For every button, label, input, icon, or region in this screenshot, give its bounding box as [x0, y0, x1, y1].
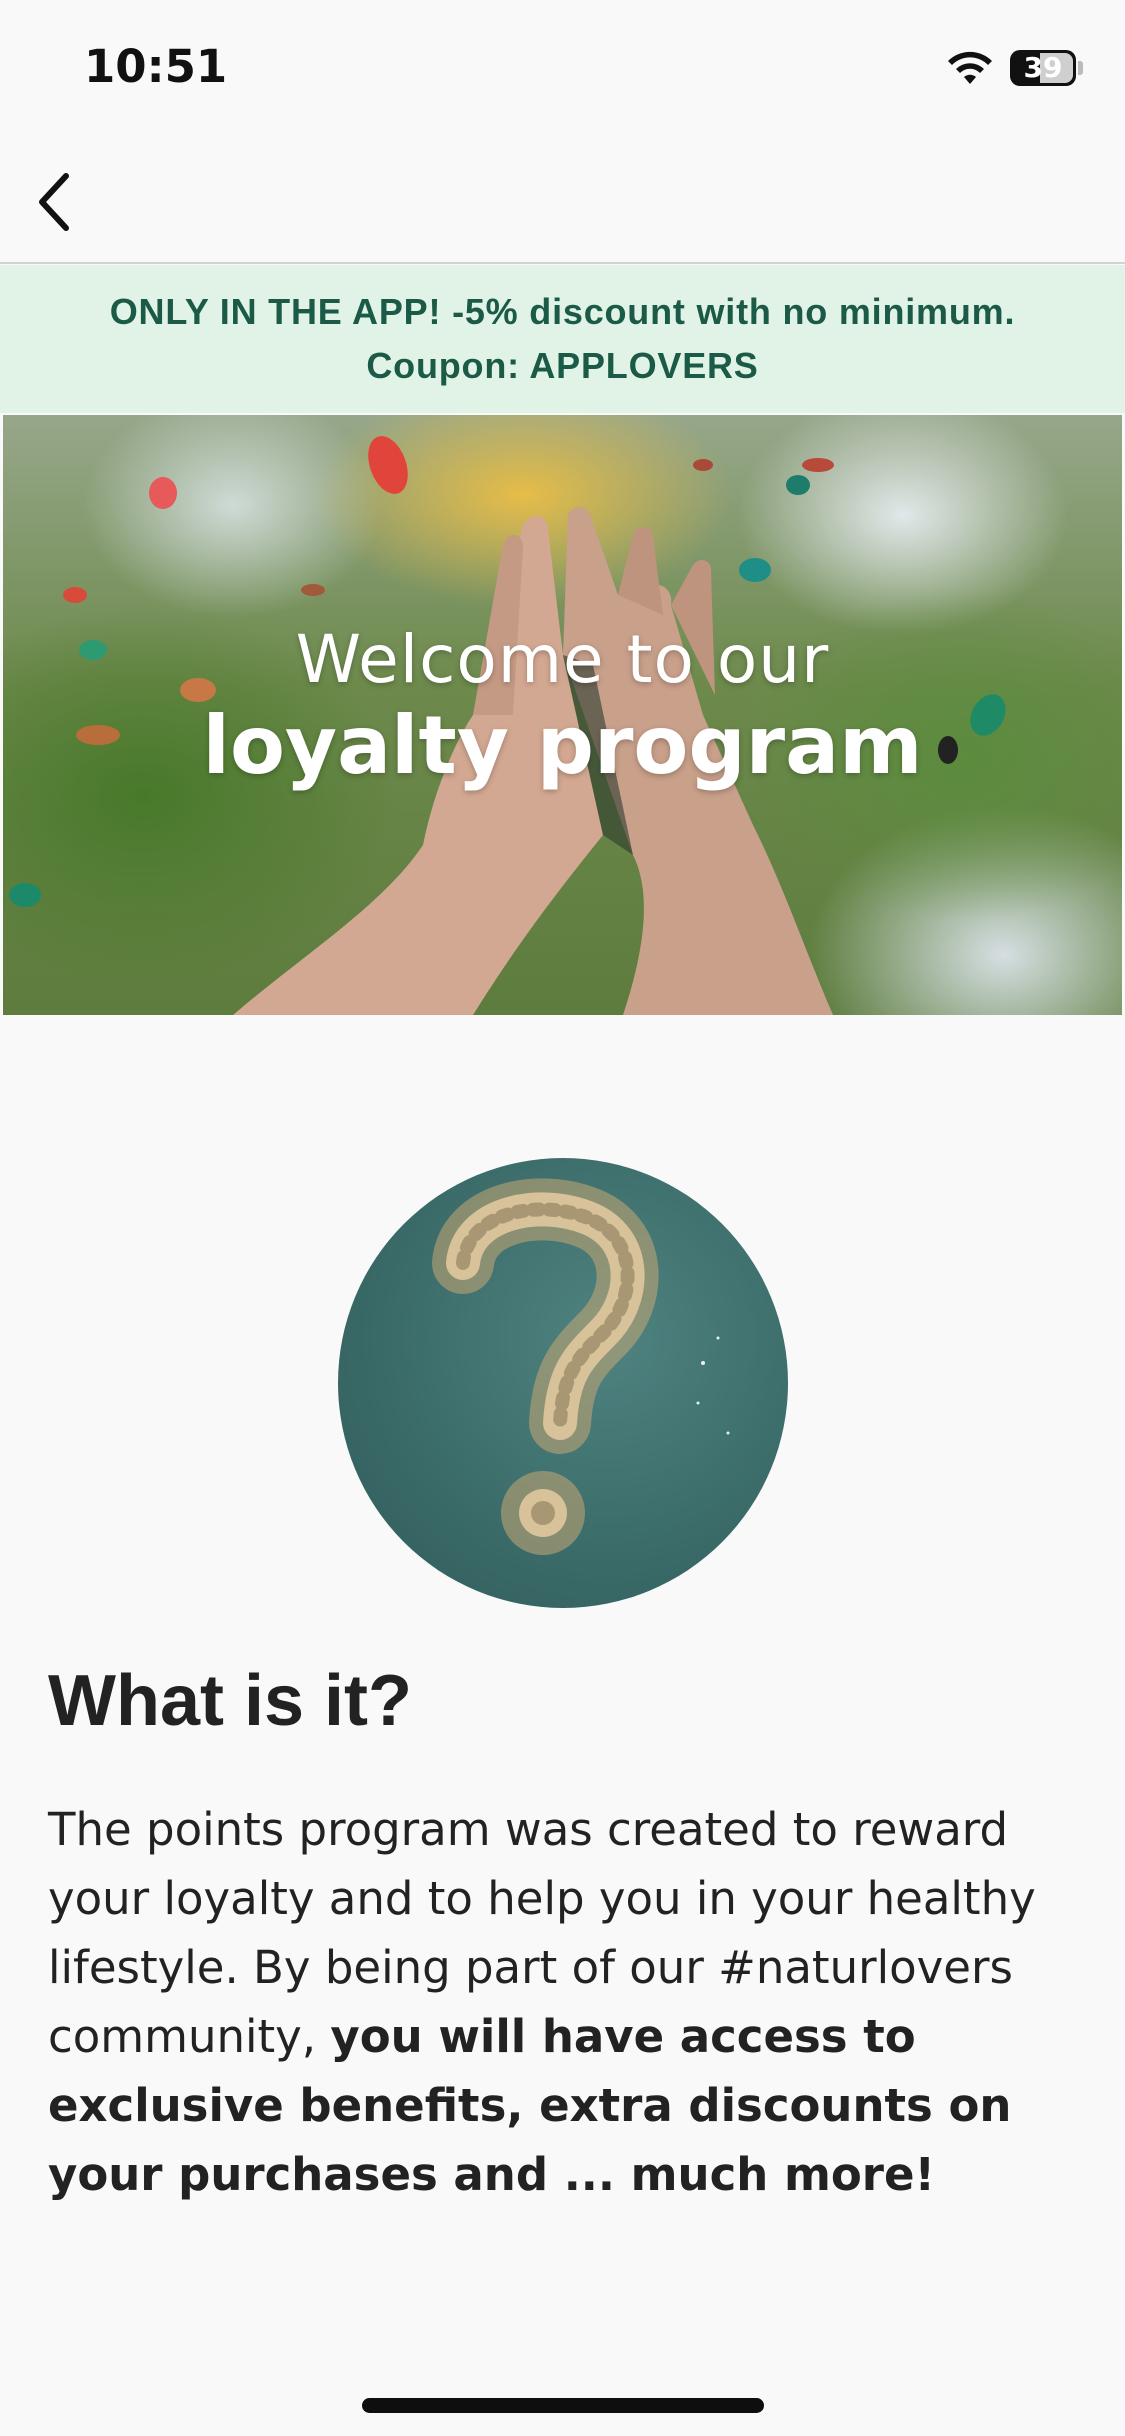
back-button[interactable]	[14, 162, 94, 242]
promo-line-2: Coupon: APPLOVERS	[366, 345, 759, 386]
section-description: The points program was created to reward…	[48, 1795, 1088, 2209]
promo-banner: ONLY IN THE APP! -5% discount with no mi…	[0, 265, 1125, 413]
status-time: 10:51	[84, 40, 228, 93]
question-mark-image	[338, 1158, 788, 1608]
hero-line-2: loyalty program	[202, 699, 923, 792]
battery-level: 39	[1023, 51, 1063, 84]
home-indicator[interactable]	[362, 2398, 764, 2413]
wifi-icon	[948, 51, 992, 84]
hero-heading: Welcome to our loyalty program	[3, 620, 1122, 792]
chevron-left-icon	[39, 173, 69, 231]
question-mark-icon	[432, 1178, 730, 1555]
nav-bar	[0, 140, 1125, 264]
section-title: What is it?	[48, 1661, 412, 1741]
promo-line-1: ONLY IN THE APP! -5% discount with no mi…	[109, 291, 1016, 332]
status-bar: 10:51 39	[0, 0, 1125, 140]
battery-icon: 39	[1010, 50, 1083, 86]
hero-line-1: Welcome to our	[295, 621, 830, 698]
hero-banner: Welcome to our loyalty program	[3, 415, 1122, 1015]
